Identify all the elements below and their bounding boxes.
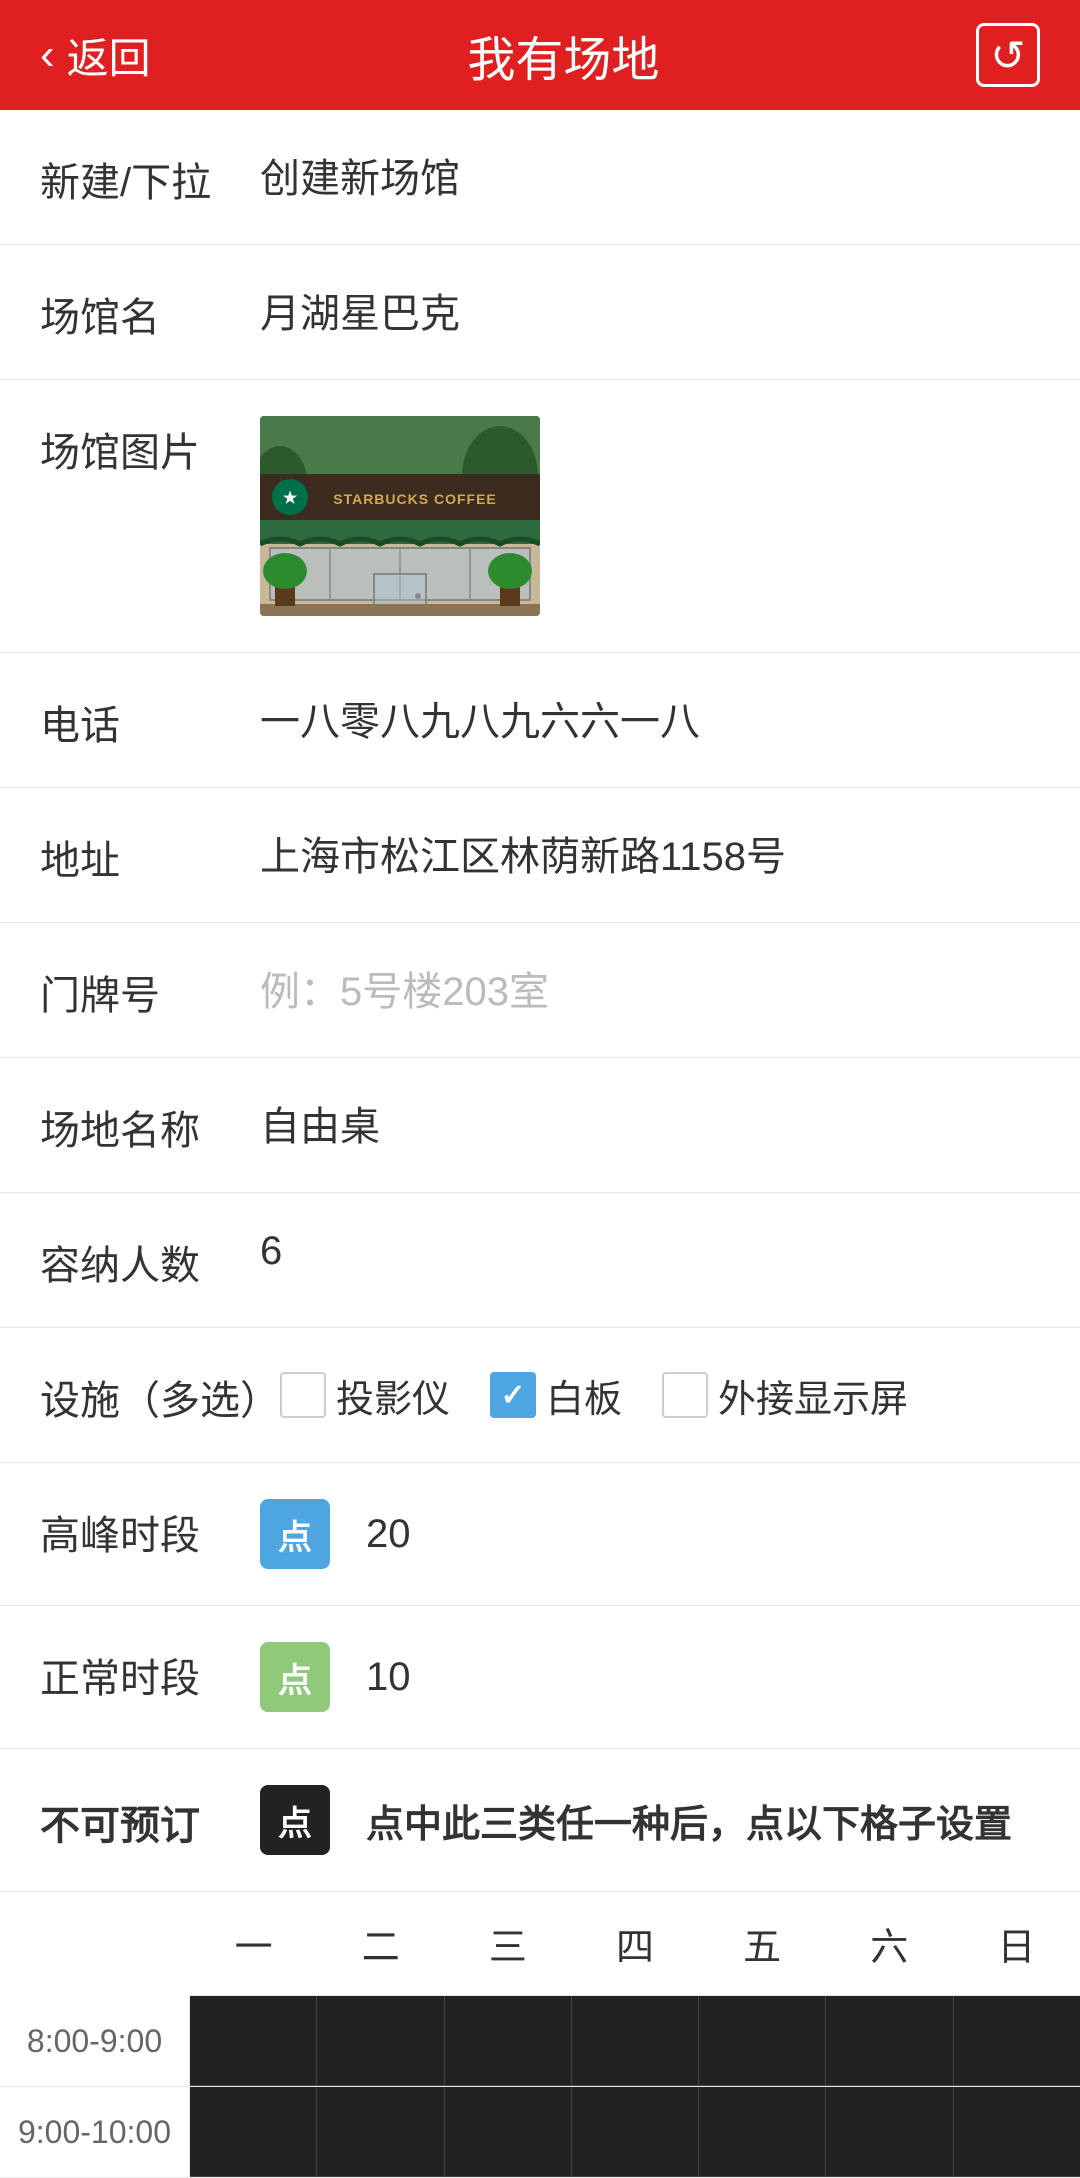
peak-row: 高峰时段 点 20 [0,1463,1080,1606]
new-label: 新建/下拉 [40,146,260,208]
unavail-btn[interactable]: 点 [260,1785,330,1855]
display-checkbox[interactable] [662,1372,708,1418]
time-label-2: 9:00-10:00 [0,2087,190,2177]
peak-label: 高峰时段 [40,1499,260,1561]
normal-controls: 点 10 [260,1642,411,1712]
peak-btn[interactable]: 点 [260,1499,330,1569]
schedule-grid: 一 二 三 四 五 六 日 8:00-9:00 9:00-10:00 [0,1892,1080,2178]
svg-text:STARBUCKS COFFEE: STARBUCKS COFFEE [333,491,497,507]
door-placeholder[interactable]: 例：5号楼203室 [260,959,1040,1017]
svg-text:★: ★ [283,490,298,507]
time-row-2: 9:00-10:00 [0,2087,1080,2178]
venue-image[interactable]: ★ STARBUCKS COFFEE [260,416,540,616]
time-label-1: 8:00-9:00 [0,1996,190,2086]
display-label: 外接显示屏 [718,1368,908,1423]
projector-label: 投影仪 [336,1368,450,1423]
image-row: 场馆图片 ★ STARBUCKS COFFEE [0,380,1080,653]
cell-2-7[interactable] [954,2087,1080,2177]
page-title: 我有场地 [467,20,659,90]
phone-label: 电话 [40,689,260,751]
cell-2-5[interactable] [699,2087,826,2177]
cell-1-6[interactable] [826,1996,953,2086]
whiteboard-label: 白板 [546,1368,622,1423]
facilities-list: 投影仪 白板 外接显示屏 [280,1368,932,1423]
unavail-row: 不可预订 点 点中此三类任一种后，点以下格子设置 [0,1749,1080,1892]
time-row-1: 8:00-9:00 [0,1996,1080,2087]
whiteboard-checkbox[interactable] [490,1372,536,1418]
day-mon: 一 [190,1892,317,1995]
capacity-label: 容纳人数 [40,1229,260,1291]
facilities-label: 设施（多选） [40,1364,280,1426]
name-label: 场馆名 [40,281,260,343]
phone-row: 电话 一八零八九八九六六一八 [0,653,1080,788]
day-sun: 日 [953,1892,1080,1995]
refresh-button[interactable]: ↺ [976,23,1040,87]
address-row: 地址 上海市松江区林荫新路1158号 [0,788,1080,923]
day-thu: 四 [571,1892,698,1995]
image-label: 场馆图片 [40,416,260,478]
back-label: 返回 [67,25,151,86]
normal-btn[interactable]: 点 [260,1642,330,1712]
facilities-row: 设施（多选） 投影仪 白板 外接显示屏 [0,1328,1080,1463]
venue-name-label: 场地名称 [40,1094,260,1156]
door-label: 门牌号 [40,959,260,1021]
peak-value: 20 [366,1512,411,1557]
refresh-icon: ↺ [990,31,1025,80]
day-wed: 三 [444,1892,571,1995]
cell-2-4[interactable] [572,2087,699,2177]
cell-2-1[interactable] [190,2087,317,2177]
starbucks-image: ★ STARBUCKS COFFEE [260,416,540,616]
cell-2-3[interactable] [445,2087,572,2177]
back-button[interactable]: ‹ 返回 [40,25,151,86]
new-row: 新建/下拉 创建新场馆 [0,110,1080,245]
cell-1-5[interactable] [699,1996,826,2086]
cell-2-6[interactable] [826,2087,953,2177]
cell-1-2[interactable] [317,1996,444,2086]
normal-label: 正常时段 [40,1642,260,1704]
facility-display[interactable]: 外接显示屏 [662,1368,908,1423]
cell-1-3[interactable] [445,1996,572,2086]
header: ‹ 返回 我有场地 ↺ [0,0,1080,110]
cell-2-2[interactable] [317,2087,444,2177]
cell-1-4[interactable] [572,1996,699,2086]
capacity-row: 容纳人数 6 [0,1193,1080,1328]
day-sat: 六 [826,1892,953,1995]
facility-whiteboard[interactable]: 白板 [490,1368,622,1423]
day-headers: 一 二 三 四 五 六 日 [190,1892,1080,1996]
normal-row: 正常时段 点 10 [0,1606,1080,1749]
projector-checkbox[interactable] [280,1372,326,1418]
unavail-label: 不可预订 [40,1789,260,1851]
peak-controls: 点 20 [260,1499,411,1569]
door-row: 门牌号 例：5号楼203室 [0,923,1080,1058]
phone-value[interactable]: 一八零八九八九六六一八 [260,689,1040,747]
name-value[interactable]: 月湖星巴克 [260,281,1040,339]
venue-name-row: 场地名称 自由桌 [0,1058,1080,1193]
normal-value: 10 [366,1655,411,1700]
facility-projector[interactable]: 投影仪 [280,1368,450,1423]
unavail-controls: 点 点中此三类任一种后，点以下格子设置 [260,1785,1012,1855]
new-value[interactable]: 创建新场馆 [260,146,1040,204]
chevron-left-icon: ‹ [40,30,55,80]
day-tue: 二 [317,1892,444,1995]
venue-name-value[interactable]: 自由桌 [260,1094,1040,1152]
cell-1-1[interactable] [190,1996,317,2086]
address-value[interactable]: 上海市松江区林荫新路1158号 [260,824,1040,882]
name-row: 场馆名 月湖星巴克 [0,245,1080,380]
address-label: 地址 [40,824,260,886]
day-fri: 五 [699,1892,826,1995]
cell-1-7[interactable] [954,1996,1080,2086]
capacity-value[interactable]: 6 [260,1229,1040,1274]
unavail-desc: 点中此三类任一种后，点以下格子设置 [366,1793,1012,1848]
